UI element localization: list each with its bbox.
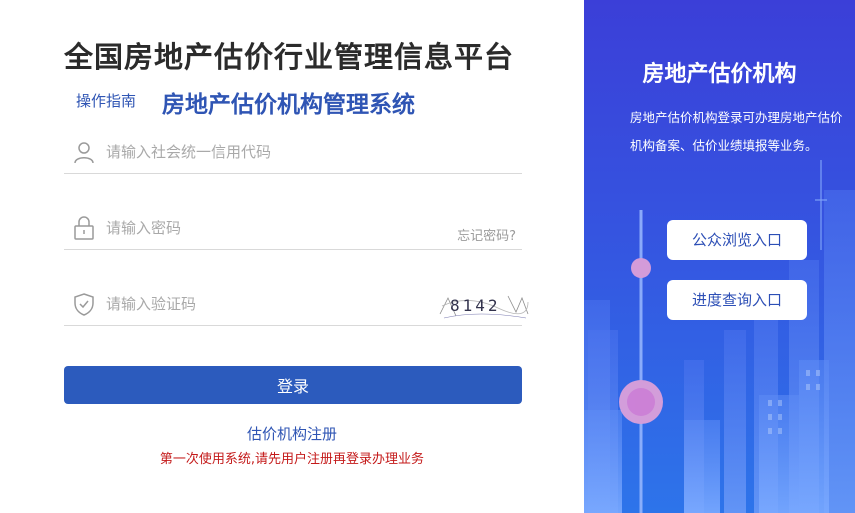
lock-icon: [74, 216, 94, 240]
operation-guide-link[interactable]: 操作指南: [76, 90, 136, 111]
forgot-password-link[interactable]: 忘记密码?: [457, 225, 516, 244]
captcha-field: 8142: [64, 282, 529, 326]
captcha-image[interactable]: 8142: [438, 288, 530, 322]
register-link[interactable]: 估价机构注册: [0, 423, 584, 444]
credit-code-input[interactable]: [106, 138, 436, 166]
panel-title: 房地产估价机构: [642, 62, 797, 87]
captcha-input[interactable]: [106, 290, 436, 318]
public-browse-button[interactable]: 公众浏览入口: [667, 220, 807, 260]
credit-code-field: [64, 130, 522, 174]
info-panel: 房地产估价机构 房地产估价机构登录可办理房地产估价机构备案、估价业绩填报等业务。…: [584, 0, 855, 513]
panel-description: 房地产估价机构登录可办理房地产估价机构备案、估价业绩填报等业务。: [630, 110, 843, 153]
first-use-notice: 第一次使用系统,请先用户注册再登录办理业务: [159, 452, 425, 467]
shield-check-icon: [74, 293, 94, 316]
system-subtitle: 房地产估价机构管理系统: [162, 92, 415, 118]
password-input[interactable]: [106, 214, 436, 242]
page-title: 全国房地产估价行业管理信息平台: [64, 40, 515, 74]
login-panel: 全国房地产估价行业管理信息平台 操作指南 房地产估价机构管理系统 忘记密码? 8…: [0, 0, 584, 513]
progress-query-button[interactable]: 进度查询入口: [667, 280, 807, 320]
password-field: 忘记密码?: [64, 206, 522, 250]
user-icon: [74, 142, 94, 164]
captcha-text: 8142: [450, 296, 501, 315]
login-button[interactable]: 登录: [64, 366, 522, 404]
